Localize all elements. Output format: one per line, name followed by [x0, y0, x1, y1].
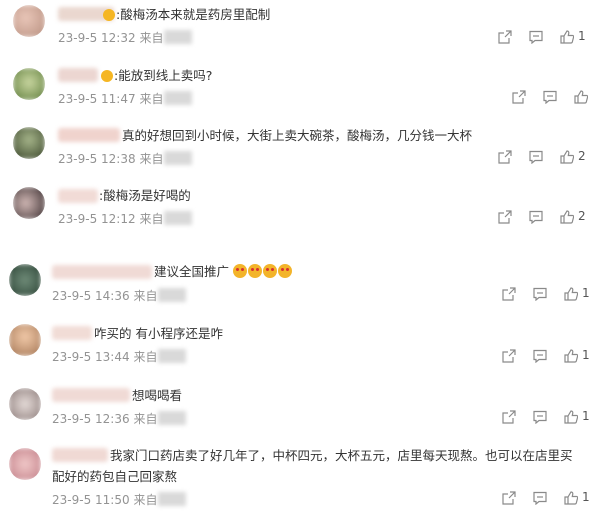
username-redacted[interactable]: [52, 265, 152, 279]
comment-date: 23-9-5 12:38: [58, 152, 136, 166]
username-redacted[interactable]: [52, 388, 130, 402]
comment-date: 23-9-5 12:36: [52, 412, 130, 426]
cheer-emoji-icon: [278, 264, 292, 278]
thumbs-up-icon[interactable]: [564, 349, 578, 363]
source-redacted: [164, 211, 193, 225]
comment-source: 来自: [139, 92, 164, 106]
comment-source: 来自: [133, 412, 158, 426]
comment-text: :酸梅汤本来就是药房里配制: [116, 7, 271, 22]
thumbs-up-icon[interactable]: [564, 287, 578, 301]
thumbs-up-icon[interactable]: [574, 90, 588, 104]
like-count: 2: [578, 149, 586, 163]
comment-source: 来自: [133, 289, 158, 303]
thumbs-up-icon[interactable]: [560, 210, 574, 224]
comment-meta: 23-9-5 12:32 来自: [58, 29, 193, 46]
heart-eyes-emoji-icon: [233, 264, 247, 278]
avatar[interactable]: [9, 264, 41, 296]
comment-text: 想喝喝看: [132, 388, 183, 403]
comment-source: 来自: [139, 31, 164, 45]
username-redacted[interactable]: [52, 326, 92, 340]
source-redacted: [164, 30, 193, 44]
comment-text: 真的好想回到小时候，大街上卖大碗茶，酸梅汤，几分钱一大杯: [122, 128, 473, 143]
share-icon[interactable]: [502, 349, 516, 363]
comment-meta: 23-9-5 11:47 来自: [58, 90, 193, 107]
avatar[interactable]: [13, 187, 45, 219]
source-redacted: [164, 151, 193, 165]
comment-text: :能放到线上卖吗?: [114, 68, 213, 83]
share-icon[interactable]: [512, 90, 526, 104]
thumbs-up-icon[interactable]: [560, 150, 574, 164]
like-count: 2: [578, 209, 586, 223]
comment-text-line2: 配好的药包自己回家熬: [52, 469, 178, 484]
comment-icon[interactable]: [529, 150, 543, 164]
heart-eyes-emoji-icon: [248, 264, 262, 278]
comment-date: 23-9-5 12:32: [58, 31, 136, 45]
like-count: 1: [582, 348, 590, 362]
thumbs-up-icon[interactable]: [560, 30, 574, 44]
avatar[interactable]: [9, 388, 41, 420]
share-icon[interactable]: [498, 150, 512, 164]
share-icon[interactable]: [498, 210, 512, 224]
comment-icon[interactable]: [533, 491, 547, 505]
comment-icon[interactable]: [533, 410, 547, 424]
avatar[interactable]: [13, 68, 45, 100]
like-count: 1: [582, 286, 590, 300]
comment-meta: 23-9-5 12:12 来自: [58, 210, 193, 227]
comment-text: 咋买的 有小程序还是咋: [94, 326, 223, 341]
source-redacted: [158, 492, 187, 506]
share-icon[interactable]: [502, 287, 516, 301]
avatar[interactable]: [9, 448, 41, 480]
comment-source: 来自: [139, 152, 164, 166]
username-redacted[interactable]: [58, 189, 98, 203]
comment-meta: 23-9-5 11:50 来自: [52, 491, 187, 508]
username-redacted[interactable]: [58, 128, 120, 142]
comment-source: 来自: [139, 212, 164, 226]
thumbs-up-icon[interactable]: [564, 491, 578, 505]
comment-text-content: 建议全国推广: [154, 264, 230, 279]
comment-text: :酸梅汤是好喝的: [99, 188, 191, 203]
teary-emoji-icon: [263, 264, 277, 278]
crown-badge-icon: [103, 9, 115, 21]
comment-icon[interactable]: [529, 210, 543, 224]
avatar[interactable]: [9, 324, 41, 356]
comment-date: 23-9-5 12:12: [58, 212, 136, 226]
comment-text: 建议全国推广: [154, 263, 293, 280]
source-redacted: [158, 288, 187, 302]
comment-date: 23-9-5 11:47: [58, 92, 136, 106]
thumbs-up-icon[interactable]: [564, 410, 578, 424]
comment-date: 23-9-5 13:44: [52, 350, 130, 364]
share-icon[interactable]: [502, 410, 516, 424]
comment-source: 来自: [133, 493, 158, 507]
comment-date: 23-9-5 14:36: [52, 289, 130, 303]
share-icon[interactable]: [502, 491, 516, 505]
comment-icon[interactable]: [533, 349, 547, 363]
username-redacted[interactable]: [52, 448, 108, 462]
source-redacted: [158, 411, 187, 425]
source-redacted: [164, 91, 193, 105]
comment-date: 23-9-5 11:50: [52, 493, 130, 507]
comment-text: 我家门口药店卖了好几年了，中杯四元，大杯五元，店里每天现熬。也可以在店里买: [110, 448, 573, 463]
like-count: 1: [582, 490, 590, 504]
comment-meta: 23-9-5 12:38 来自: [58, 150, 193, 167]
like-count: 1: [578, 29, 586, 43]
share-icon[interactable]: [498, 30, 512, 44]
like-count: 1: [582, 409, 590, 423]
source-redacted: [158, 349, 187, 363]
comment-meta: 23-9-5 14:36 来自: [52, 287, 187, 304]
comment-icon[interactable]: [533, 287, 547, 301]
avatar[interactable]: [13, 127, 45, 159]
comment-source: 来自: [133, 350, 158, 364]
username-redacted[interactable]: [58, 68, 98, 82]
crown-badge-icon: [101, 70, 113, 82]
comment-meta: 23-9-5 12:36 来自: [52, 410, 187, 427]
comment-meta: 23-9-5 13:44 来自: [52, 348, 187, 365]
comment-icon[interactable]: [529, 30, 543, 44]
avatar[interactable]: [13, 5, 45, 37]
comment-icon[interactable]: [543, 90, 557, 104]
